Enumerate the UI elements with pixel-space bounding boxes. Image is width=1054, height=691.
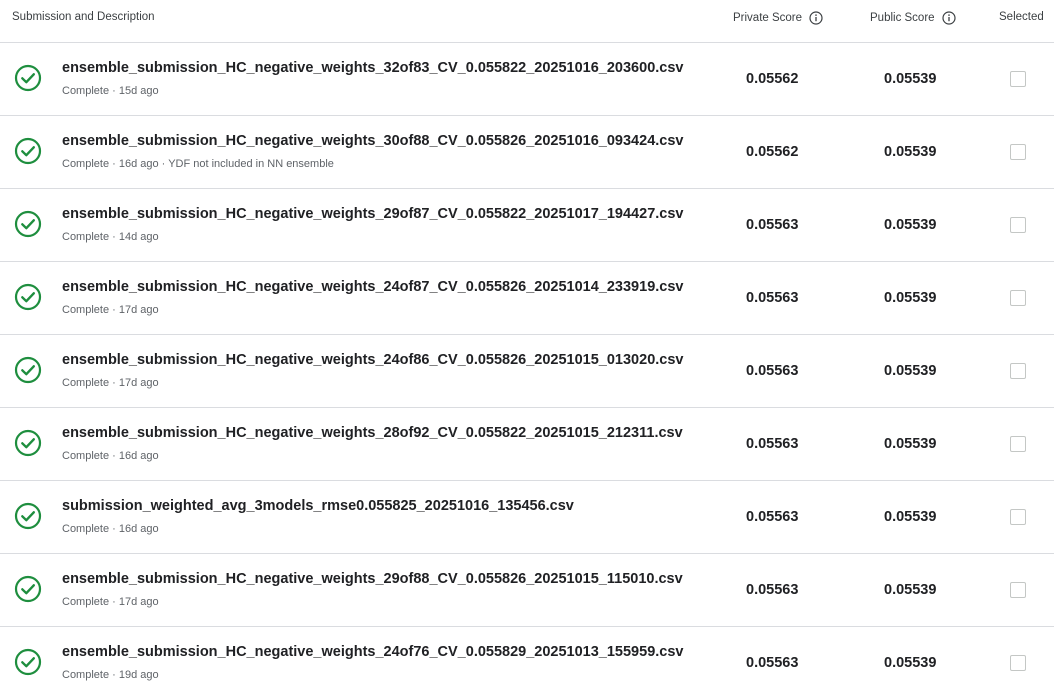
- private-score: 0.05563: [746, 217, 799, 233]
- private-score: 0.05562: [746, 71, 799, 87]
- header-public-label: Public Score: [870, 12, 935, 24]
- selected-checkbox[interactable]: [1010, 436, 1026, 452]
- submission-filename[interactable]: ensemble_submission_HC_negative_weights_…: [62, 352, 683, 368]
- private-score: 0.05563: [746, 582, 799, 598]
- selected-checkbox[interactable]: [1010, 71, 1026, 87]
- check-circle-icon: [14, 283, 42, 311]
- submission-filename[interactable]: ensemble_submission_HC_negative_weights_…: [62, 644, 683, 660]
- selected-checkbox[interactable]: [1010, 509, 1026, 525]
- header-private-score: Private Score: [733, 11, 823, 25]
- check-circle-icon: [14, 429, 42, 457]
- check-circle-icon: [14, 210, 42, 238]
- submission-filename[interactable]: ensemble_submission_HC_negative_weights_…: [62, 425, 683, 441]
- private-score: 0.05563: [746, 436, 799, 452]
- public-score: 0.05539: [884, 363, 937, 379]
- table-row[interactable]: ensemble_submission_HC_negative_weights_…: [0, 43, 1054, 116]
- check-circle-icon: [14, 648, 42, 676]
- public-score: 0.05539: [884, 71, 937, 87]
- submission-filename[interactable]: ensemble_submission_HC_negative_weights_…: [62, 279, 683, 295]
- selected-checkbox[interactable]: [1010, 582, 1026, 598]
- submission-status: Complete · 17d ago: [62, 377, 159, 389]
- public-score: 0.05539: [884, 582, 937, 598]
- submission-status: Complete · 16d ago: [62, 523, 159, 535]
- public-score: 0.05539: [884, 144, 937, 160]
- check-circle-icon: [14, 502, 42, 530]
- check-circle-icon: [14, 64, 42, 92]
- selected-checkbox[interactable]: [1010, 655, 1026, 671]
- public-score: 0.05539: [884, 655, 937, 671]
- private-score: 0.05563: [746, 290, 799, 306]
- table-row[interactable]: ensemble_submission_HC_negative_weights_…: [0, 189, 1054, 262]
- selected-checkbox[interactable]: [1010, 363, 1026, 379]
- private-score: 0.05563: [746, 363, 799, 379]
- header-description-label: Submission and Description: [12, 11, 155, 23]
- table-row[interactable]: submission_weighted_avg_3models_rmse0.05…: [0, 481, 1054, 554]
- table-row[interactable]: ensemble_submission_HC_negative_weights_…: [0, 408, 1054, 481]
- header-private-label: Private Score: [733, 12, 803, 24]
- selected-checkbox[interactable]: [1010, 290, 1026, 306]
- header-selected-label: Selected: [999, 11, 1044, 23]
- submission-status: Complete · 16d ago: [62, 450, 159, 462]
- table-row[interactable]: ensemble_submission_HC_negative_weights_…: [0, 262, 1054, 335]
- submission-list: ensemble_submission_HC_negative_weights_…: [0, 43, 1054, 691]
- public-score: 0.05539: [884, 290, 937, 306]
- private-score: 0.05563: [746, 655, 799, 671]
- public-score: 0.05539: [884, 217, 937, 233]
- submission-filename[interactable]: ensemble_submission_HC_negative_weights_…: [62, 133, 683, 149]
- submission-status: Complete · 16d ago · YDF not included in…: [62, 158, 334, 170]
- submission-filename[interactable]: ensemble_submission_HC_negative_weights_…: [62, 571, 683, 587]
- header-selected: Selected: [999, 11, 1044, 23]
- submissions-table: Submission and Description Private Score…: [0, 0, 1054, 691]
- submission-status: Complete · 17d ago: [62, 304, 159, 316]
- info-icon[interactable]: [941, 11, 956, 25]
- submission-status: Complete · 17d ago: [62, 596, 159, 608]
- submission-filename[interactable]: ensemble_submission_HC_negative_weights_…: [62, 60, 683, 76]
- header-public-score: Public Score: [870, 11, 956, 25]
- private-score: 0.05563: [746, 509, 799, 525]
- table-row[interactable]: ensemble_submission_HC_negative_weights_…: [0, 554, 1054, 627]
- selected-checkbox[interactable]: [1010, 144, 1026, 160]
- header-description: Submission and Description: [12, 11, 155, 23]
- public-score: 0.05539: [884, 436, 937, 452]
- table-row[interactable]: ensemble_submission_HC_negative_weights_…: [0, 335, 1054, 408]
- check-circle-icon: [14, 575, 42, 603]
- submission-status: Complete · 14d ago: [62, 231, 159, 243]
- private-score: 0.05562: [746, 144, 799, 160]
- selected-checkbox[interactable]: [1010, 217, 1026, 233]
- table-row[interactable]: ensemble_submission_HC_negative_weights_…: [0, 627, 1054, 691]
- check-circle-icon: [14, 356, 42, 384]
- public-score: 0.05539: [884, 509, 937, 525]
- submission-filename[interactable]: submission_weighted_avg_3models_rmse0.05…: [62, 498, 574, 514]
- submission-status: Complete · 15d ago: [62, 85, 159, 97]
- table-header: Submission and Description Private Score…: [0, 0, 1054, 43]
- submission-status: Complete · 19d ago: [62, 669, 159, 681]
- submission-filename[interactable]: ensemble_submission_HC_negative_weights_…: [62, 206, 683, 222]
- info-icon[interactable]: [809, 11, 823, 25]
- check-circle-icon: [14, 137, 42, 165]
- table-row[interactable]: ensemble_submission_HC_negative_weights_…: [0, 116, 1054, 189]
